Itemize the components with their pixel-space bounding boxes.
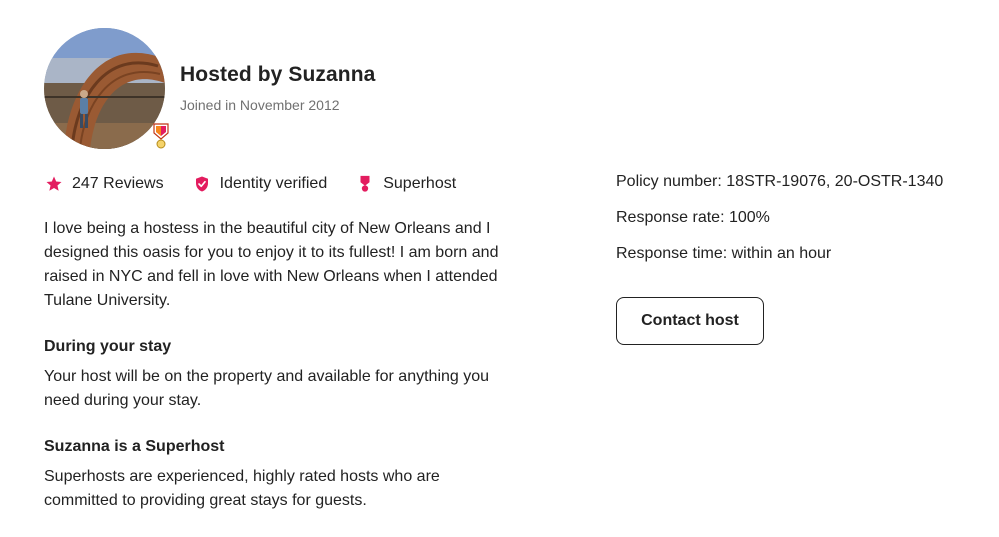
response-time: Response time: within an hour xyxy=(616,245,832,262)
star-icon xyxy=(44,174,64,194)
superhost-body: Superhosts are experienced, highly rated… xyxy=(44,468,440,509)
host-title: Hosted by Suzanna xyxy=(180,63,376,86)
identity-verified-stat: Identity verified xyxy=(192,174,328,194)
host-avatar-container[interactable] xyxy=(44,28,166,150)
host-avatar[interactable] xyxy=(44,28,165,149)
reviews-stat: 247 Reviews xyxy=(44,174,164,194)
identity-verified-label: Identity verified xyxy=(219,175,328,192)
policy-number: Policy number: 18STR-19076, 20-OSTR-1340 xyxy=(616,173,944,190)
during-stay-heading: During your stay xyxy=(44,338,172,355)
contact-host-button[interactable]: Contact host xyxy=(616,297,764,345)
host-section: Hosted by Suzanna Joined in November 201… xyxy=(0,0,999,537)
avatar-photo xyxy=(44,28,165,149)
superhost-heading: Suzanna is a Superhost xyxy=(44,438,225,455)
superhost-badge-icon xyxy=(153,123,169,149)
shield-check-icon xyxy=(192,174,212,194)
during-stay-body: Your host will be on the property and av… xyxy=(44,368,490,409)
host-stats: 247 Reviews Identity verified Superhost xyxy=(44,172,484,196)
superhost-stat: Superhost xyxy=(355,174,456,194)
joined-date: Joined in November 2012 xyxy=(180,97,340,113)
medal-icon xyxy=(355,174,375,194)
reviews-count: 247 Reviews xyxy=(72,175,164,192)
response-rate: Response rate: 100% xyxy=(616,209,770,226)
host-about: I love being a hostess in the beautiful … xyxy=(44,220,499,309)
superhost-label: Superhost xyxy=(383,175,457,192)
